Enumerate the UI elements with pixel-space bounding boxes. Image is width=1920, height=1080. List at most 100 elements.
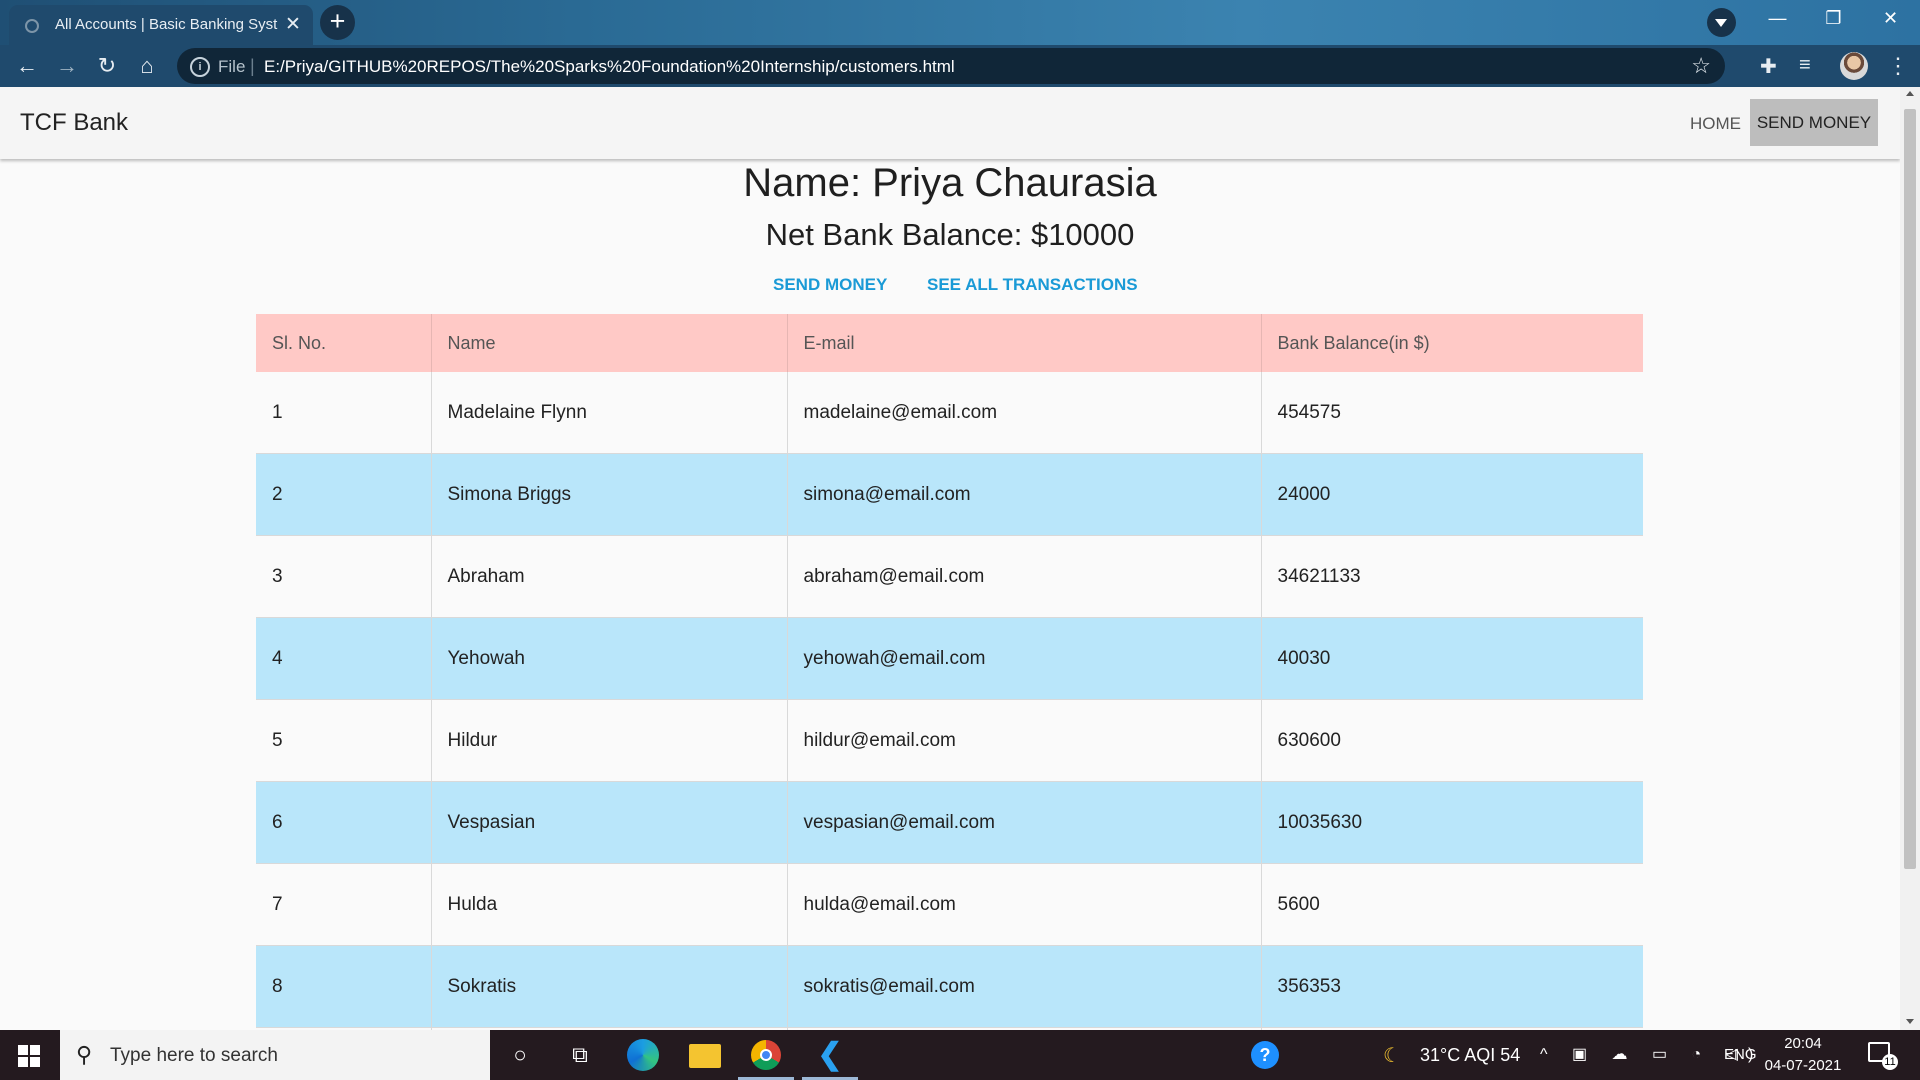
scroll-down-arrow-icon[interactable] — [1906, 1019, 1914, 1024]
chrome-browser-icon[interactable] — [751, 1040, 781, 1070]
table-row: 3 Abraham abraham@email.com 34621133 — [256, 535, 1643, 618]
scrollbar-thumb[interactable] — [1904, 109, 1916, 869]
cell-balance: 24000 — [1261, 453, 1643, 536]
tab-title: All Accounts | Basic Banking Syst — [55, 16, 278, 33]
table-header-row: Sl. No. Name E-mail Bank Balance(in $) — [256, 314, 1643, 372]
windows-start-icon[interactable] — [18, 1045, 40, 1067]
media-control-icon[interactable] — [1707, 8, 1736, 37]
cell-balance: 34621133 — [1261, 535, 1643, 618]
browser-titlebar: All Accounts | Basic Banking Syst ✕ + — … — [0, 0, 1920, 45]
table-row: 2 Simona Briggs simona@email.com 24000 — [256, 453, 1643, 536]
url-scheme-label: File — [218, 57, 246, 76]
file-explorer-icon[interactable] — [689, 1044, 721, 1068]
notification-count-badge: 11 — [1882, 1054, 1898, 1070]
table-row: 1 Madelaine Flynn madelaine@email.com 45… — [256, 372, 1643, 454]
cell-serial: 1 — [256, 372, 432, 454]
cell-name: Madelaine Flynn — [431, 372, 788, 454]
cell-email: hulda@email.com — [787, 863, 1262, 946]
extensions-puzzle-icon[interactable]: ✚ — [1760, 54, 1777, 79]
header-serial: Sl. No. — [256, 314, 432, 372]
address-bar[interactable]: i File | E:/Priya/GITHUB%20REPOS/The%20S… — [177, 48, 1725, 84]
bookmark-star-icon[interactable]: ☆ — [1691, 53, 1711, 79]
home-icon[interactable]: ⌂ — [134, 53, 160, 79]
cell-email: simona@email.com — [787, 453, 1262, 536]
profile-avatar[interactable] — [1840, 52, 1868, 80]
cell-name: Hulda — [431, 863, 788, 946]
taskbar-search-box[interactable]: ⚲ Type here to search — [60, 1030, 490, 1080]
cell-name: Hildur — [431, 699, 788, 782]
table-row: 8 Sokratis sokratis@email.com 356353 — [256, 945, 1643, 1028]
clock-date[interactable]: 04-07-2021 — [1762, 1057, 1844, 1074]
weather-text[interactable]: 31°C AQI 54 — [1420, 1045, 1520, 1066]
language-indicator[interactable]: ENG — [1724, 1046, 1757, 1063]
clock-time[interactable]: 20:04 — [1768, 1035, 1838, 1052]
cell-serial: 8 — [256, 945, 432, 1028]
restore-button[interactable]: ❐ — [1806, 0, 1861, 38]
info-icon[interactable]: i — [190, 57, 210, 77]
media-queue-icon[interactable]: ≡ — [1799, 54, 1811, 77]
header-name: Name — [431, 314, 788, 372]
cell-balance: 356353 — [1261, 945, 1643, 1028]
cortana-icon[interactable]: ○ — [503, 1038, 537, 1072]
cell-serial: 2 — [256, 453, 432, 536]
cell-serial: 3 — [256, 535, 432, 618]
tab-favicon-icon — [25, 19, 39, 33]
page-content: TCF Bank HOME SEND MONEY Name: Priya Cha… — [0, 87, 1900, 1030]
minimize-button[interactable]: — — [1750, 0, 1805, 38]
send-money-link[interactable]: SEND MONEY — [773, 275, 887, 295]
windows-taskbar: ⚲ Type here to search ○ ⧉ ❮ ? ☾ 31°C AQI… — [0, 1030, 1920, 1080]
site-brand[interactable]: TCF Bank — [20, 109, 128, 137]
help-icon[interactable]: ? — [1251, 1041, 1279, 1069]
table-row: 4 Yehowah yehowah@email.com 40030 — [256, 617, 1643, 700]
cell-name: Abraham — [431, 535, 788, 618]
cell-balance: 454575 — [1261, 372, 1643, 454]
cell-balance: 10035630 — [1261, 781, 1643, 864]
cell-serial: 7 — [256, 863, 432, 946]
cell-email: sokratis@email.com — [787, 945, 1262, 1028]
task-view-icon[interactable]: ⧉ — [563, 1038, 597, 1072]
cell-email: yehowah@email.com — [787, 617, 1262, 700]
edge-browser-icon[interactable] — [627, 1039, 659, 1071]
back-arrow-icon[interactable]: ← — [14, 53, 40, 79]
page-scrollbar[interactable] — [1900, 87, 1920, 1030]
kebab-menu-icon[interactable]: ⋮ — [1887, 53, 1909, 79]
nav-send-money-link[interactable]: SEND MONEY — [1750, 99, 1878, 146]
cell-name: Vespasian — [431, 781, 788, 864]
cell-balance: 40030 — [1261, 617, 1643, 700]
forward-arrow-icon[interactable]: → — [54, 53, 80, 79]
table-row: 6 Vespasian vespasian@email.com 10035630 — [256, 781, 1643, 864]
table-row: 5 Hildur hildur@email.com 630600 — [256, 699, 1643, 782]
url-text[interactable]: E:/Priya/GITHUB%20REPOS/The%20Sparks%20F… — [264, 57, 955, 77]
tab-close-icon[interactable]: ✕ — [285, 13, 301, 36]
browser-tab[interactable]: All Accounts | Basic Banking Syst ✕ — [9, 5, 313, 45]
cell-serial: 4 — [256, 617, 432, 700]
cell-email: abraham@email.com — [787, 535, 1262, 618]
weather-moon-icon[interactable]: ☾ — [1383, 1043, 1401, 1068]
cell-serial: 6 — [256, 781, 432, 864]
reload-icon[interactable]: ↻ — [94, 53, 120, 79]
account-holder-name: Name: Priya Chaurasia — [743, 161, 1157, 205]
customers-table: Sl. No. Name E-mail Bank Balance(in $) 1… — [256, 314, 1643, 1030]
site-navbar: TCF Bank HOME SEND MONEY — [0, 87, 1900, 159]
header-email: E-mail — [787, 314, 1262, 372]
vscode-icon[interactable]: ❮ — [813, 1038, 847, 1072]
table-row: 7 Hulda hulda@email.com 5600 — [256, 863, 1643, 946]
see-all-transactions-link[interactable]: SEE ALL TRANSACTIONS — [927, 275, 1138, 295]
cell-name: Sokratis — [431, 945, 788, 1028]
nav-home-link[interactable]: HOME — [1690, 114, 1741, 134]
cell-name: Simona Briggs — [431, 453, 788, 536]
cell-serial: 5 — [256, 699, 432, 782]
browser-toolbar: ← → ↻ ⌂ i File | E:/Priya/GITHUB%20REPOS… — [0, 45, 1920, 87]
scroll-up-arrow-icon[interactable] — [1906, 91, 1914, 96]
search-icon: ⚲ — [76, 1042, 93, 1067]
url-separator: | — [250, 56, 255, 76]
cell-name: Yehowah — [431, 617, 788, 700]
cell-balance: 5600 — [1261, 863, 1643, 946]
taskbar-search-placeholder[interactable]: Type here to search — [110, 1045, 278, 1067]
cell-email: madelaine@email.com — [787, 372, 1262, 454]
close-window-button[interactable]: ✕ — [1863, 0, 1918, 38]
cell-email: hildur@email.com — [787, 699, 1262, 782]
cell-email: vespasian@email.com — [787, 781, 1262, 864]
net-balance: Net Bank Balance: $10000 — [765, 217, 1135, 252]
new-tab-button[interactable]: + — [320, 5, 355, 40]
